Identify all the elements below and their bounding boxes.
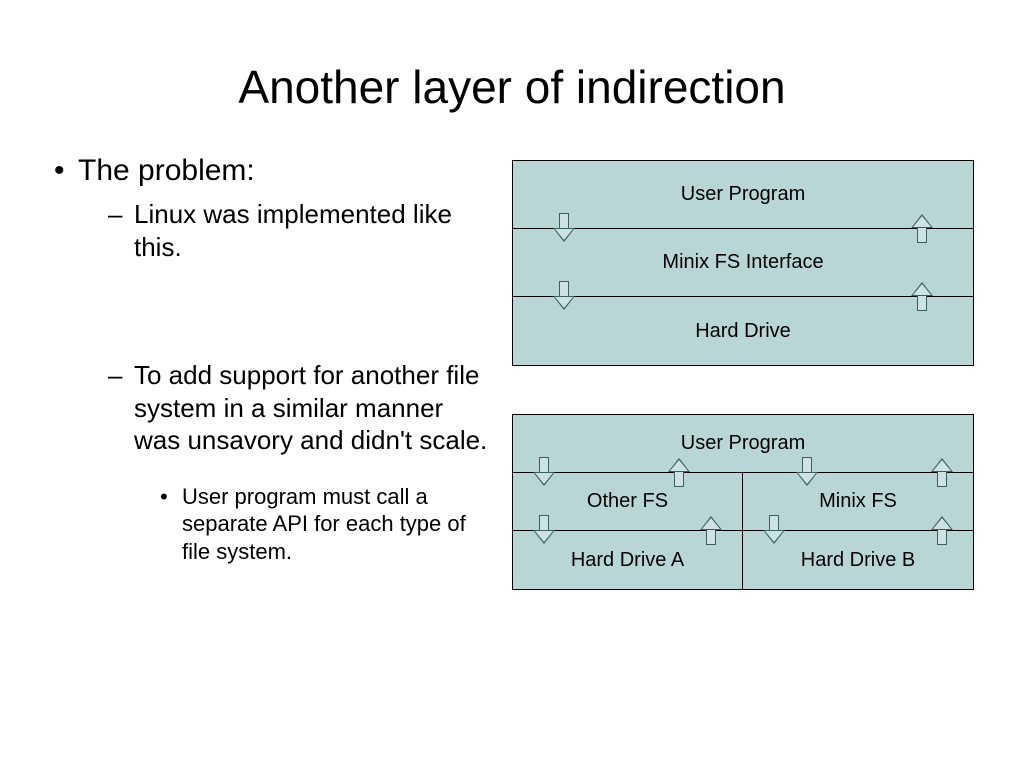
arrow-down-icon	[533, 457, 555, 487]
arrow-down-icon	[796, 457, 818, 487]
content-area: The problem: Linux was implemented like …	[0, 114, 1024, 590]
diagram-column: User Program Minix FS Interface Hard Dri…	[512, 154, 974, 590]
layer-label: Hard Drive	[695, 320, 791, 343]
arrow-up-icon	[700, 515, 722, 545]
layer-label: Other FS	[587, 490, 668, 513]
slide: Another layer of indirection The problem…	[0, 0, 1024, 768]
layer-minix-fs: Minix FS Interface	[513, 229, 973, 297]
diagram-multiple-fs: User Program Other FS Minix FS	[512, 414, 974, 590]
arrow-up-icon	[911, 281, 933, 311]
bullet-level-1: The problem:	[50, 154, 492, 188]
diagram-original-linux-fs: User Program Minix FS Interface Hard Dri…	[512, 160, 974, 366]
layer-hard-drive: Hard Drive	[513, 297, 973, 365]
arrow-down-icon	[533, 515, 555, 545]
arrow-down-icon	[553, 281, 575, 311]
layer-user-program: User Program	[513, 415, 973, 473]
layer-label: Hard Drive B	[801, 549, 915, 572]
arrow-up-icon	[911, 213, 933, 243]
layer-label: Minix FS	[819, 490, 897, 513]
arrow-up-icon	[668, 457, 690, 487]
bullet-level-3: User program must call a separate API fo…	[160, 483, 492, 566]
arrow-up-icon	[931, 457, 953, 487]
layer-drives: Hard Drive A Hard Drive B	[513, 531, 973, 589]
arrow-down-icon	[553, 213, 575, 243]
layer-label: User Program	[681, 183, 805, 206]
arrow-down-icon	[763, 515, 785, 545]
layer-label: User Program	[681, 432, 805, 455]
slide-title: Another layer of indirection	[0, 0, 1024, 114]
bullet-level-2: To add support for another file system i…	[108, 359, 492, 457]
layer-label: Hard Drive A	[571, 549, 684, 572]
arrow-up-icon	[931, 515, 953, 545]
bullet-level-2: Linux was implemented like this.	[108, 198, 492, 263]
layer-label: Minix FS Interface	[662, 251, 823, 274]
layer-filesystems: Other FS Minix FS	[513, 473, 973, 531]
text-column: The problem: Linux was implemented like …	[50, 154, 512, 590]
layer-user-program: User Program	[513, 161, 973, 229]
